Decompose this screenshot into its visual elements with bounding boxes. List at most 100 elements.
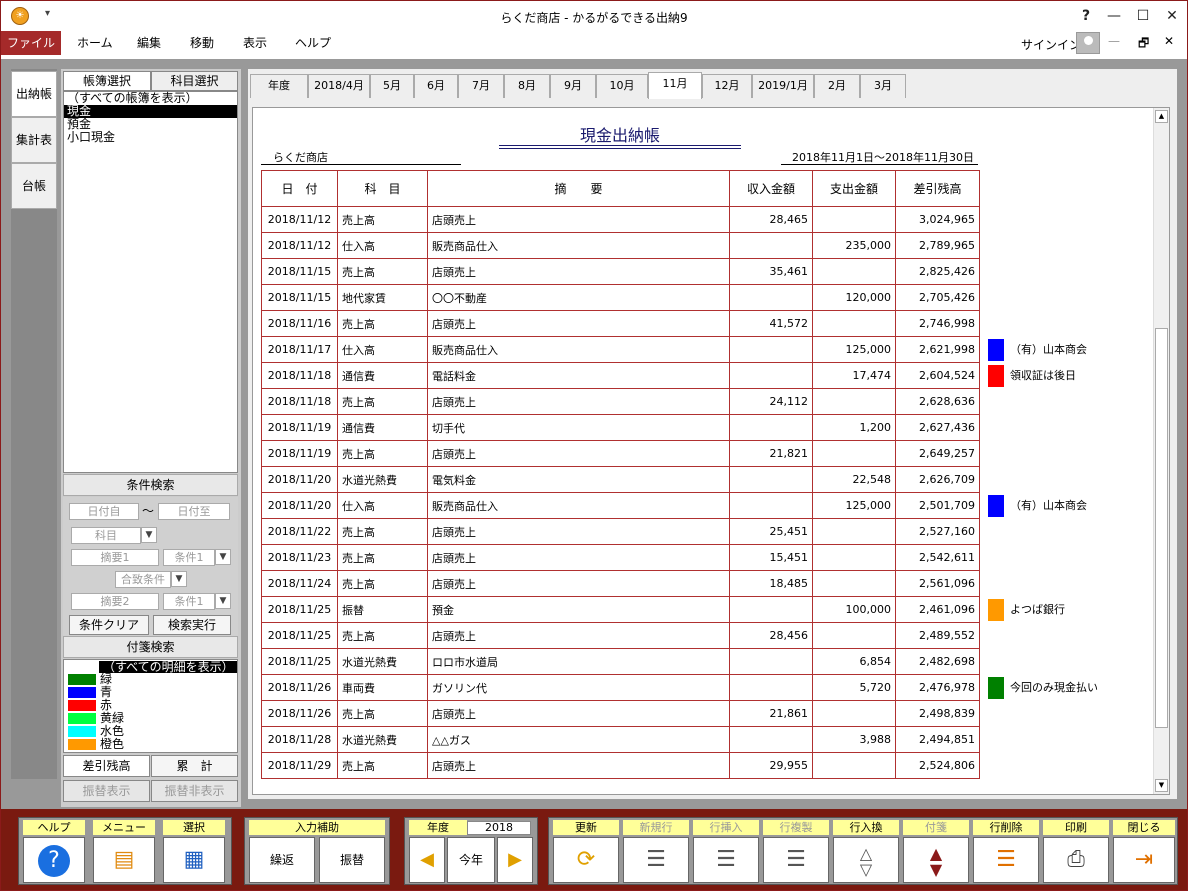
cell-tag[interactable] xyxy=(980,259,1160,285)
cell-balance[interactable]: 2,542,611 xyxy=(895,544,980,571)
close-button[interactable]: ✕ xyxy=(1157,5,1187,27)
table-row[interactable]: 2018/11/25 売上高 店頭売上 28,456 2,489,552 xyxy=(261,622,1160,649)
cell-memo[interactable]: 切手代 xyxy=(427,414,730,441)
cell-tag[interactable] xyxy=(980,545,1160,571)
select-button[interactable]: ▦ xyxy=(163,837,225,883)
cell-balance[interactable]: 2,527,160 xyxy=(895,518,980,545)
cell-balance[interactable]: 2,476,978 xyxy=(895,674,980,701)
cell-expense[interactable]: 120,000 xyxy=(812,284,896,311)
cell-balance[interactable]: 2,561,096 xyxy=(895,570,980,597)
cell-memo[interactable]: 〇〇不動産 xyxy=(427,284,730,311)
scroll-thumb[interactable] xyxy=(1155,328,1168,728)
cell-memo[interactable]: 店頭売上 xyxy=(427,518,730,545)
cell-account[interactable]: 売上高 xyxy=(337,518,428,545)
cell-balance[interactable]: 2,746,998 xyxy=(895,310,980,337)
tab-month[interactable]: 3月 xyxy=(860,74,906,98)
copy-row-button[interactable]: ☰ xyxy=(763,837,829,883)
cell-account[interactable]: 振替 xyxy=(337,596,428,623)
tab-month[interactable]: 10月 xyxy=(596,74,648,98)
cell-date[interactable]: 2018/11/16 xyxy=(261,310,338,337)
date-from-input[interactable]: 日付自 xyxy=(69,503,139,520)
cell-balance[interactable]: 2,627,436 xyxy=(895,414,980,441)
help-button[interactable]: ? xyxy=(23,837,85,883)
cell-date[interactable]: 2018/11/24 xyxy=(261,570,338,597)
cell-expense[interactable] xyxy=(812,752,896,779)
date-to-input[interactable]: 日付至 xyxy=(158,503,230,520)
cell-income[interactable] xyxy=(729,674,813,701)
cell-balance[interactable]: 2,604,524 xyxy=(895,362,980,389)
cell-memo[interactable]: 店頭売上 xyxy=(427,258,730,285)
cell-memo[interactable]: 店頭売上 xyxy=(427,700,730,727)
cell-memo[interactable]: ロロ市水道局 xyxy=(427,648,730,675)
cell-balance[interactable]: 3,024,965 xyxy=(895,206,980,233)
cell-expense[interactable]: 125,000 xyxy=(812,336,896,363)
tag-item[interactable]: 緑 xyxy=(64,673,237,686)
cell-expense[interactable]: 3,988 xyxy=(812,726,896,753)
table-row[interactable]: 2018/11/15 売上高 店頭売上 35,461 2,825,426 xyxy=(261,258,1160,285)
table-row[interactable]: 2018/11/28 水道光熱費 △△ガス 3,988 2,494,851 xyxy=(261,726,1160,753)
column-header-date[interactable]: 日 付 xyxy=(261,170,338,207)
cell-date[interactable]: 2018/11/12 xyxy=(261,206,338,233)
cell-memo[interactable]: △△ガス xyxy=(427,726,730,753)
cell-expense[interactable] xyxy=(812,570,896,597)
cell-account[interactable]: 水道光熱費 xyxy=(337,726,428,753)
match-condition-select[interactable]: 合致条件 xyxy=(115,571,171,588)
cell-balance[interactable]: 2,626,709 xyxy=(895,466,980,493)
cell-date[interactable]: 2018/11/28 xyxy=(261,726,338,753)
cell-expense[interactable]: 100,000 xyxy=(812,596,896,623)
repeat-button[interactable]: 繰返 xyxy=(249,837,315,883)
cell-tag[interactable] xyxy=(980,415,1160,441)
cell-income[interactable]: 28,465 xyxy=(729,206,813,233)
cell-tag[interactable]: （有）山本商会 xyxy=(980,337,1160,363)
cell-date[interactable]: 2018/11/25 xyxy=(261,596,338,623)
cell-expense[interactable]: 125,000 xyxy=(812,492,896,519)
chevron-down-icon[interactable]: ▼ xyxy=(215,593,231,609)
cell-date[interactable]: 2018/11/26 xyxy=(261,700,338,727)
cell-account[interactable]: 仕入高 xyxy=(337,336,428,363)
cell-memo[interactable]: 店頭売上 xyxy=(427,206,730,233)
cell-date[interactable]: 2018/11/19 xyxy=(261,414,338,441)
insert-row-button[interactable]: ☰ xyxy=(693,837,759,883)
tab-ledger[interactable]: 台帳 xyxy=(11,163,57,209)
cell-tag[interactable] xyxy=(980,701,1160,727)
cell-expense[interactable] xyxy=(812,700,896,727)
cell-memo[interactable]: 販売商品仕入 xyxy=(427,492,730,519)
cell-tag[interactable] xyxy=(980,441,1160,467)
cell-income[interactable]: 18,485 xyxy=(729,570,813,597)
cell-expense[interactable]: 5,720 xyxy=(812,674,896,701)
cell-balance[interactable]: 2,489,552 xyxy=(895,622,980,649)
swap-row-button[interactable]: △ ▽ xyxy=(833,837,899,883)
cell-account[interactable]: 売上高 xyxy=(337,206,428,233)
cell-income[interactable]: 35,461 xyxy=(729,258,813,285)
cell-date[interactable]: 2018/11/18 xyxy=(261,362,338,389)
tab-month[interactable]: 12月 xyxy=(702,74,752,98)
cell-income[interactable]: 41,572 xyxy=(729,310,813,337)
cell-balance[interactable]: 2,461,096 xyxy=(895,596,980,623)
cell-account[interactable]: 売上高 xyxy=(337,752,428,779)
cell-tag[interactable] xyxy=(980,285,1160,311)
cell-account[interactable]: 通信費 xyxy=(337,362,428,389)
cell-balance[interactable]: 2,649,257 xyxy=(895,440,980,467)
table-row[interactable]: 2018/11/17 仕入高 販売商品仕入 125,000 2,621,998 （有）山本… xyxy=(261,336,1160,363)
scroll-up-icon[interactable]: ▲ xyxy=(1155,110,1168,123)
table-row[interactable]: 2018/11/15 地代家賃 〇〇不動産 120,000 2,705,426 xyxy=(261,284,1160,311)
cell-date[interactable]: 2018/11/26 xyxy=(261,674,338,701)
cell-memo[interactable]: 店頭売上 xyxy=(427,752,730,779)
cell-account[interactable]: 水道光熱費 xyxy=(337,466,428,493)
table-row[interactable]: 2018/11/29 売上高 店頭売上 29,955 2,524,806 xyxy=(261,752,1160,779)
cell-memo[interactable]: 預金 xyxy=(427,596,730,623)
close-app-button[interactable]: ⇥ xyxy=(1113,837,1175,883)
cell-tag[interactable] xyxy=(980,207,1160,233)
cell-expense[interactable]: 17,474 xyxy=(812,362,896,389)
cell-memo[interactable]: 電気料金 xyxy=(427,466,730,493)
tag-item[interactable]: 橙色 xyxy=(64,738,237,751)
cell-income[interactable] xyxy=(729,414,813,441)
balance-mode-button[interactable]: 差引残高 xyxy=(63,755,150,777)
cell-balance[interactable]: 2,789,965 xyxy=(895,232,980,259)
cell-tag[interactable] xyxy=(980,571,1160,597)
cell-account[interactable]: 売上高 xyxy=(337,544,428,571)
tab-month[interactable]: 2019/1月 xyxy=(752,74,814,98)
cell-income[interactable] xyxy=(729,596,813,623)
table-row[interactable]: 2018/11/22 売上高 店頭売上 25,451 2,527,160 xyxy=(261,518,1160,545)
print-button[interactable]: ⎙ xyxy=(1043,837,1109,883)
